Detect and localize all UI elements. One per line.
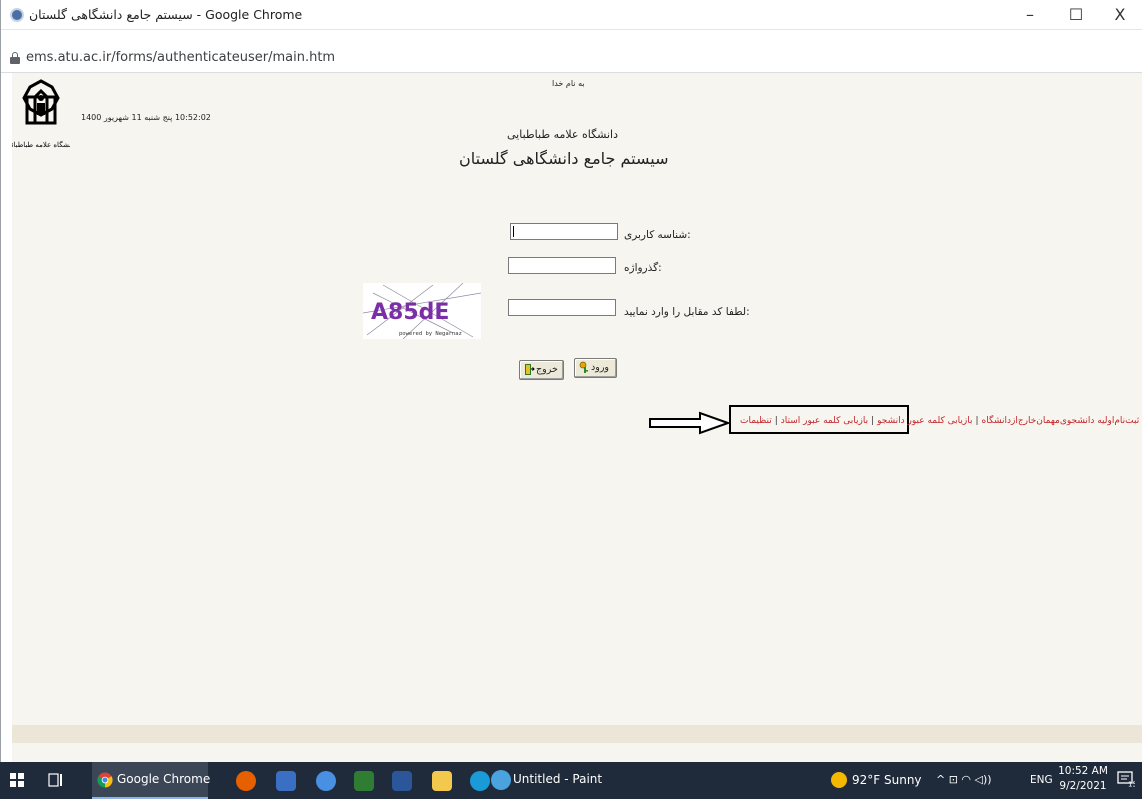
footer-links: ثبت‌نام‌اولیه دانشجوی‌مهمان‌خارج‌ازدانشگ… (740, 416, 1139, 426)
login-button[interactable]: ورود (574, 358, 617, 378)
chrome-icon (97, 772, 113, 788)
horizontal-scrollbar[interactable] (12, 743, 1142, 762)
title-bar: سیستم جامع دانشگاهی گلستان - Google Chro… (1, 0, 1142, 30)
task-view-icon[interactable] (48, 773, 64, 787)
link-separator: | (871, 416, 875, 426)
university-name: دانشگاه علامه طباطبایی (507, 128, 619, 141)
page-footer-band (12, 725, 1142, 743)
window-title: سیستم جامع دانشگاهی گلستان - Google Chro… (29, 7, 303, 22)
remote-desktop-icon[interactable] (354, 771, 374, 791)
door-icon (525, 364, 535, 375)
maximize-button[interactable]: ☐ (1053, 0, 1099, 30)
password-label: گذرواژه: (624, 262, 662, 274)
taskbar-paint[interactable]: Untitled - Paint (488, 762, 602, 799)
captcha-text: A85dE (371, 300, 449, 325)
close-button[interactable]: X (1097, 0, 1142, 30)
captcha-label: لطفا کد مقابل را وارد نمایید: (624, 306, 750, 318)
link-separator: | (975, 416, 979, 426)
username-label: شناسه کاربری: (624, 229, 691, 241)
language-indicator[interactable]: ENG (1030, 774, 1053, 786)
minimize-button[interactable]: – (1007, 0, 1053, 30)
exit-button[interactable]: خروج (519, 360, 564, 380)
bismillah-text: به نام خدا (552, 79, 585, 88)
username-input[interactable] (510, 223, 618, 240)
telegram-like-icon[interactable] (316, 771, 336, 791)
chrome-app-icon (10, 8, 24, 22)
university-logo: دانشگاه علامه طباطبائی (12, 79, 70, 149)
exit-button-label: خروج (536, 364, 558, 375)
teacher-password-recovery-link[interactable]: بازیابی کلمه عبور استاد (781, 416, 868, 426)
text-caret (513, 226, 514, 237)
captcha-credit: powered by Negarnaz (399, 331, 462, 337)
notification-count: 15 (1128, 781, 1135, 788)
logo-text: دانشگاه علامه طباطبائی (12, 140, 70, 149)
weather-text[interactable]: 92°F Sunny (852, 773, 922, 787)
url-text[interactable]: ems.atu.ac.ir/forms/authenticateuser/mai… (26, 50, 335, 65)
student-password-recovery-link[interactable]: بازیابی کلمه عبور دانشجو (877, 416, 972, 426)
lock-icon[interactable] (10, 52, 20, 64)
right-arrow-annotation (649, 411, 730, 435)
login-button-label: ورود (591, 362, 609, 373)
page-title: سیستم جامع دانشگاهی گلستان (459, 149, 669, 168)
captcha-input[interactable] (508, 299, 616, 316)
taskbar-chrome[interactable]: Google Chrome (92, 762, 211, 799)
weather-sun-icon[interactable] (831, 772, 847, 788)
password-input[interactable] (508, 257, 616, 274)
taskbar-paint-label: Untitled - Paint (513, 772, 603, 786)
chrome-window: سیستم جامع دانشگاهی گلستان - Google Chro… (0, 0, 1142, 762)
system-tray-icons[interactable]: ^ ⊡ ◠ ◁)) (936, 773, 992, 786)
notification-icon[interactable]: 15 (1117, 771, 1135, 787)
settings-link[interactable]: تنظیمات (740, 416, 772, 426)
taskbar-clock[interactable]: 10:52 AM 9/2/2021 (1057, 764, 1109, 794)
page-content: دانشگاه علامه طباطبائی 10:52:02 پنج شنبه… (12, 73, 1142, 725)
windows-start-icon[interactable] (10, 773, 24, 787)
link-separator: | (774, 416, 778, 426)
taskbar-chrome-label: Google Chrome (117, 772, 211, 786)
captcha-image: A85dE powered by Negarnaz (363, 283, 481, 339)
key-icon (579, 361, 588, 373)
clock-date: 9/2/2021 (1059, 780, 1107, 792)
paint-icon (491, 770, 511, 790)
register-guest-link[interactable]: ثبت‌نام‌اولیه دانشجوی‌مهمان‌خارج‌ازدانشگ… (982, 416, 1140, 426)
server-datetime: 10:52:02 پنج شنبه 11 شهریور 1400 (81, 113, 211, 122)
word-icon[interactable] (392, 771, 412, 791)
clock-time: 10:52 AM (1058, 765, 1108, 777)
file-explorer-icon[interactable] (432, 771, 452, 791)
network-icon[interactable] (276, 771, 296, 791)
edge-icon[interactable] (470, 771, 490, 791)
firefox-icon[interactable] (236, 771, 256, 791)
